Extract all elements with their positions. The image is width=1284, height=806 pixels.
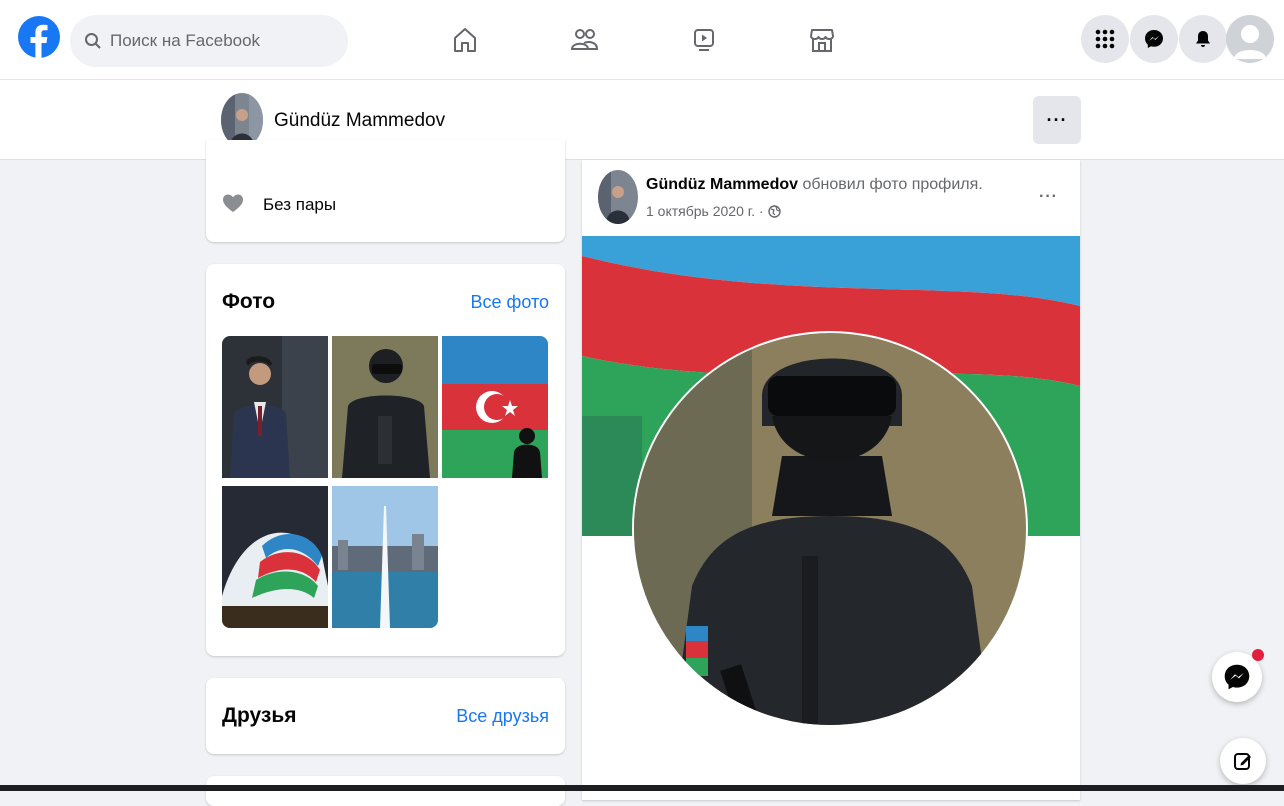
messenger-icon[interactable] <box>1130 15 1178 63</box>
post-header: Gündüz Mammedov обновил фото профиля. <box>646 176 983 194</box>
post-action-text: обновил фото профиля. <box>802 176 983 193</box>
home-icon[interactable] <box>447 22 483 58</box>
photo-thumbnail[interactable] <box>442 336 548 478</box>
post-author-avatar[interactable] <box>598 170 638 224</box>
account-avatar[interactable] <box>1226 15 1274 63</box>
top-navigation-bar <box>0 0 1284 80</box>
profile-name[interactable]: Gündüz Mammedov <box>274 110 445 132</box>
profile-photo-post: Gündüz Mammedov обновил фото профиля. 1 … <box>582 160 1080 800</box>
relationship-status: Без пары <box>263 195 337 214</box>
bottom-bar <box>0 785 1284 791</box>
facebook-logo-icon[interactable] <box>18 16 60 58</box>
photo-thumbnail[interactable] <box>222 486 328 628</box>
profile-header-bar: Gündüz Mammedov ··· <box>0 80 1284 160</box>
search-icon <box>85 33 101 49</box>
post-meta: 1 октябрь 2020 г. · <box>646 203 781 219</box>
photo-thumbnail[interactable] <box>332 336 438 478</box>
friends-icon[interactable] <box>566 22 602 58</box>
heart-icon <box>222 193 244 218</box>
globe-icon <box>767 204 781 218</box>
messenger-icon <box>1224 664 1250 690</box>
menu-grid-icon[interactable] <box>1081 15 1129 63</box>
friends-title: Друзья <box>222 704 297 727</box>
all-friends-link[interactable]: Все друзья <box>456 706 549 727</box>
search-input[interactable] <box>110 31 330 51</box>
search-box[interactable] <box>70 15 348 67</box>
post-photo[interactable] <box>582 236 1080 800</box>
friends-card: Друзья Все друзья <box>206 678 565 754</box>
more-options-button[interactable]: ··· <box>1033 96 1081 144</box>
messenger-chat-button[interactable] <box>1212 649 1264 702</box>
post-author-name[interactable]: Gündüz Mammedov <box>646 176 798 193</box>
photo-thumbnail[interactable] <box>332 486 438 628</box>
new-message-button[interactable] <box>1220 738 1266 784</box>
profile-avatar[interactable] <box>221 93 263 147</box>
post-date[interactable]: 1 октябрь 2020 г. · <box>646 203 764 219</box>
watch-icon[interactable] <box>686 22 722 58</box>
post-more-options-button[interactable]: ··· <box>1039 188 1058 206</box>
marketplace-icon[interactable] <box>804 22 840 58</box>
intro-card: Без пары <box>206 140 565 242</box>
unread-badge <box>1252 649 1264 661</box>
next-card <box>206 776 565 806</box>
all-photos-link[interactable]: Все фото <box>471 292 550 313</box>
compose-icon <box>1234 753 1251 770</box>
photo-thumbnail[interactable] <box>222 336 328 478</box>
photos-title: Фото <box>222 290 276 313</box>
notifications-icon[interactable] <box>1179 15 1227 63</box>
photos-card: Фото Все фото <box>206 264 565 656</box>
